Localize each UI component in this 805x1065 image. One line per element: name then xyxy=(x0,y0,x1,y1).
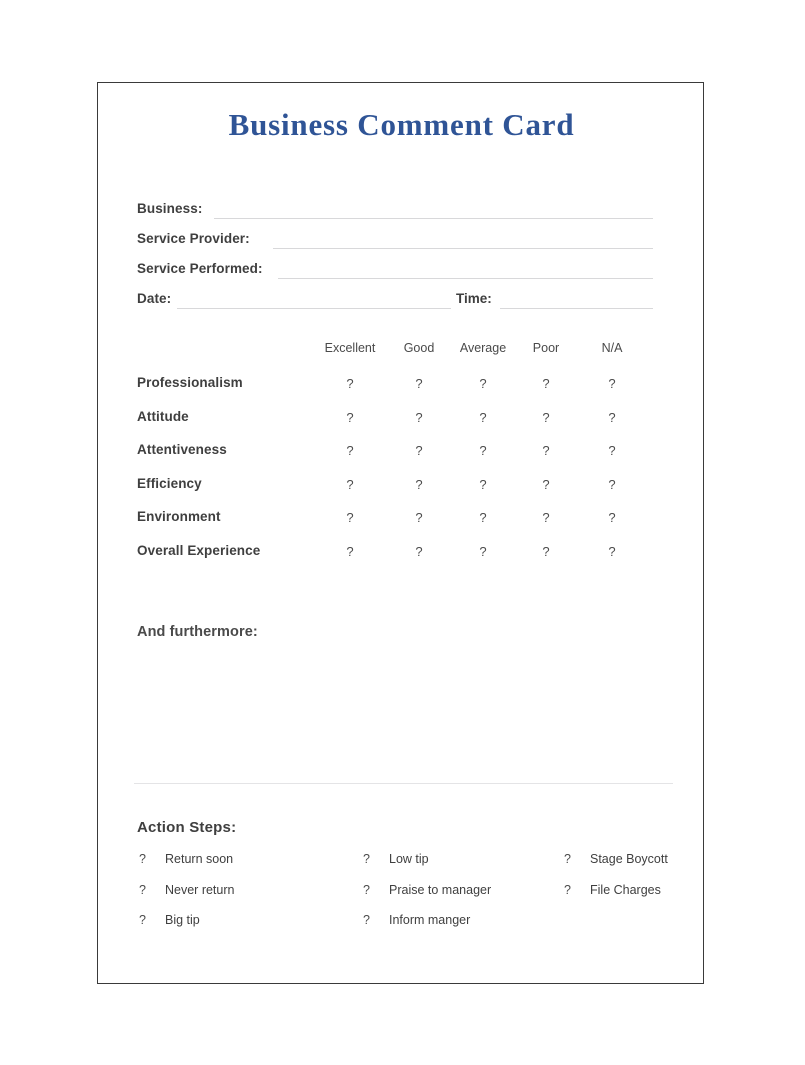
service-provider-label: Service Provider: xyxy=(137,231,250,246)
action-checkbox-never-return[interactable]: ? xyxy=(139,883,146,897)
page-title: Business Comment Card xyxy=(228,107,575,142)
rating-checkbox-efficiency-average[interactable]: ? xyxy=(479,477,486,492)
action-steps-row-3: ? Big tip ? Inform manger xyxy=(98,913,705,944)
rating-checkbox-overall-experience-excellent[interactable]: ? xyxy=(346,544,353,559)
rating-checkbox-overall-experience-na[interactable]: ? xyxy=(608,544,615,559)
service-performed-input-line[interactable] xyxy=(278,278,653,279)
column-header-excellent: Excellent xyxy=(324,341,376,355)
rating-label-overall-experience: Overall Experience xyxy=(137,542,261,558)
rating-checkbox-attitude-na[interactable]: ? xyxy=(608,410,615,425)
rating-row-environment: Environment ? ? ? ? ? xyxy=(98,509,705,543)
rating-checkbox-attentiveness-poor[interactable]: ? xyxy=(542,443,549,458)
rating-row-efficiency: Efficiency ? ? ? ? ? xyxy=(98,476,705,510)
rating-checkbox-attitude-average[interactable]: ? xyxy=(479,410,486,425)
section-divider xyxy=(134,783,673,784)
action-steps-grid: ? Return soon ? Low tip ? Stage Boycott … xyxy=(98,852,705,944)
action-label-stage-boycott: Stage Boycott xyxy=(590,852,668,866)
column-header-poor: Poor xyxy=(532,341,560,355)
time-label: Time: xyxy=(456,291,492,306)
column-header-average: Average xyxy=(459,341,507,355)
action-checkbox-praise-to-manager[interactable]: ? xyxy=(363,883,370,897)
field-row-service-performed: Service Performed: xyxy=(98,261,705,291)
rating-label-efficiency: Efficiency xyxy=(137,475,202,491)
column-header-good: Good xyxy=(403,341,435,355)
rating-row-attitude: Attitude ? ? ? ? ? xyxy=(98,409,705,443)
rating-row-overall-experience: Overall Experience ? ? ? ? ? xyxy=(98,543,705,577)
comments-input-area[interactable] xyxy=(137,651,667,771)
rating-checkbox-efficiency-excellent[interactable]: ? xyxy=(346,477,353,492)
action-label-never-return: Never return xyxy=(165,882,235,897)
rating-checkbox-overall-experience-average[interactable]: ? xyxy=(479,544,486,559)
rating-label-professionalism: Professionalism xyxy=(137,375,243,390)
field-row-service-provider: Service Provider: xyxy=(98,231,705,261)
rating-checkbox-overall-experience-poor[interactable]: ? xyxy=(542,544,549,559)
rating-checkbox-professionalism-na[interactable]: ? xyxy=(608,376,615,391)
action-checkbox-inform-manager[interactable]: ? xyxy=(363,913,370,927)
rating-label-attentiveness: Attentiveness xyxy=(137,442,227,457)
rating-row-attentiveness: Attentiveness ? ? ? ? ? xyxy=(98,442,705,476)
rating-label-attitude: Attitude xyxy=(137,408,189,424)
action-steps-heading: Action Steps: xyxy=(137,819,237,836)
ratings-header-row: Excellent Good Average Poor N/A xyxy=(98,341,705,375)
action-label-inform-manager: Inform manger xyxy=(389,913,471,927)
ratings-table: Excellent Good Average Poor N/A Professi… xyxy=(98,341,705,576)
rating-checkbox-professionalism-poor[interactable]: ? xyxy=(542,376,549,391)
date-input-line[interactable] xyxy=(177,308,451,309)
business-info-form: Business: Service Provider: Service Perf… xyxy=(98,201,705,321)
business-label: Business: xyxy=(137,201,203,216)
action-label-big-tip: Big tip xyxy=(165,913,200,927)
date-label: Date: xyxy=(137,291,172,306)
rating-checkbox-attitude-poor[interactable]: ? xyxy=(542,410,549,425)
rating-checkbox-attitude-good[interactable]: ? xyxy=(415,410,422,425)
business-input-line[interactable] xyxy=(214,218,653,219)
rating-checkbox-overall-experience-good[interactable]: ? xyxy=(415,544,422,559)
action-checkbox-big-tip[interactable]: ? xyxy=(139,913,146,927)
rating-checkbox-attentiveness-good[interactable]: ? xyxy=(415,443,422,458)
rating-checkbox-efficiency-good[interactable]: ? xyxy=(415,477,422,492)
comments-label: And furthermore: xyxy=(137,624,258,640)
service-provider-input-line[interactable] xyxy=(273,248,653,249)
action-checkbox-file-charges[interactable]: ? xyxy=(564,883,571,897)
rating-checkbox-professionalism-average[interactable]: ? xyxy=(479,376,486,391)
comment-card-sheet: Business Comment Card Business: Service … xyxy=(97,82,704,984)
rating-checkbox-attentiveness-na[interactable]: ? xyxy=(608,443,615,458)
action-steps-row-1: ? Return soon ? Low tip ? Stage Boycott xyxy=(98,852,705,883)
action-label-return-soon: Return soon xyxy=(165,852,234,866)
rating-row-professionalism: Professionalism ? ? ? ? ? xyxy=(98,375,705,409)
rating-checkbox-professionalism-good[interactable]: ? xyxy=(415,376,422,391)
action-checkbox-stage-boycott[interactable]: ? xyxy=(564,852,571,866)
field-row-date-time: Date: Time: xyxy=(98,291,705,321)
rating-checkbox-environment-average[interactable]: ? xyxy=(479,510,486,525)
rating-checkbox-efficiency-na[interactable]: ? xyxy=(608,477,615,492)
rating-label-environment: Environment xyxy=(137,509,221,524)
column-header-na: N/A xyxy=(601,341,623,355)
rating-checkbox-attitude-excellent[interactable]: ? xyxy=(346,410,353,425)
rating-checkbox-environment-na[interactable]: ? xyxy=(608,510,615,525)
action-checkbox-return-soon[interactable]: ? xyxy=(139,852,146,866)
action-label-low-tip: Low tip xyxy=(389,852,429,866)
action-checkbox-low-tip[interactable]: ? xyxy=(363,852,370,866)
field-row-business: Business: xyxy=(98,201,705,231)
rating-checkbox-professionalism-excellent[interactable]: ? xyxy=(346,376,353,391)
time-input-line[interactable] xyxy=(500,308,653,309)
action-label-praise-to-manager: Praise to manager xyxy=(389,882,492,897)
action-label-file-charges: File Charges xyxy=(590,882,661,897)
action-steps-row-2: ? Never return ? Praise to manager ? Fil… xyxy=(98,883,705,914)
rating-checkbox-attentiveness-excellent[interactable]: ? xyxy=(346,443,353,458)
rating-checkbox-efficiency-poor[interactable]: ? xyxy=(542,477,549,492)
rating-checkbox-environment-poor[interactable]: ? xyxy=(542,510,549,525)
rating-checkbox-environment-excellent[interactable]: ? xyxy=(346,510,353,525)
rating-checkbox-attentiveness-average[interactable]: ? xyxy=(479,443,486,458)
service-performed-label: Service Performed: xyxy=(137,261,263,276)
rating-checkbox-environment-good[interactable]: ? xyxy=(415,510,422,525)
